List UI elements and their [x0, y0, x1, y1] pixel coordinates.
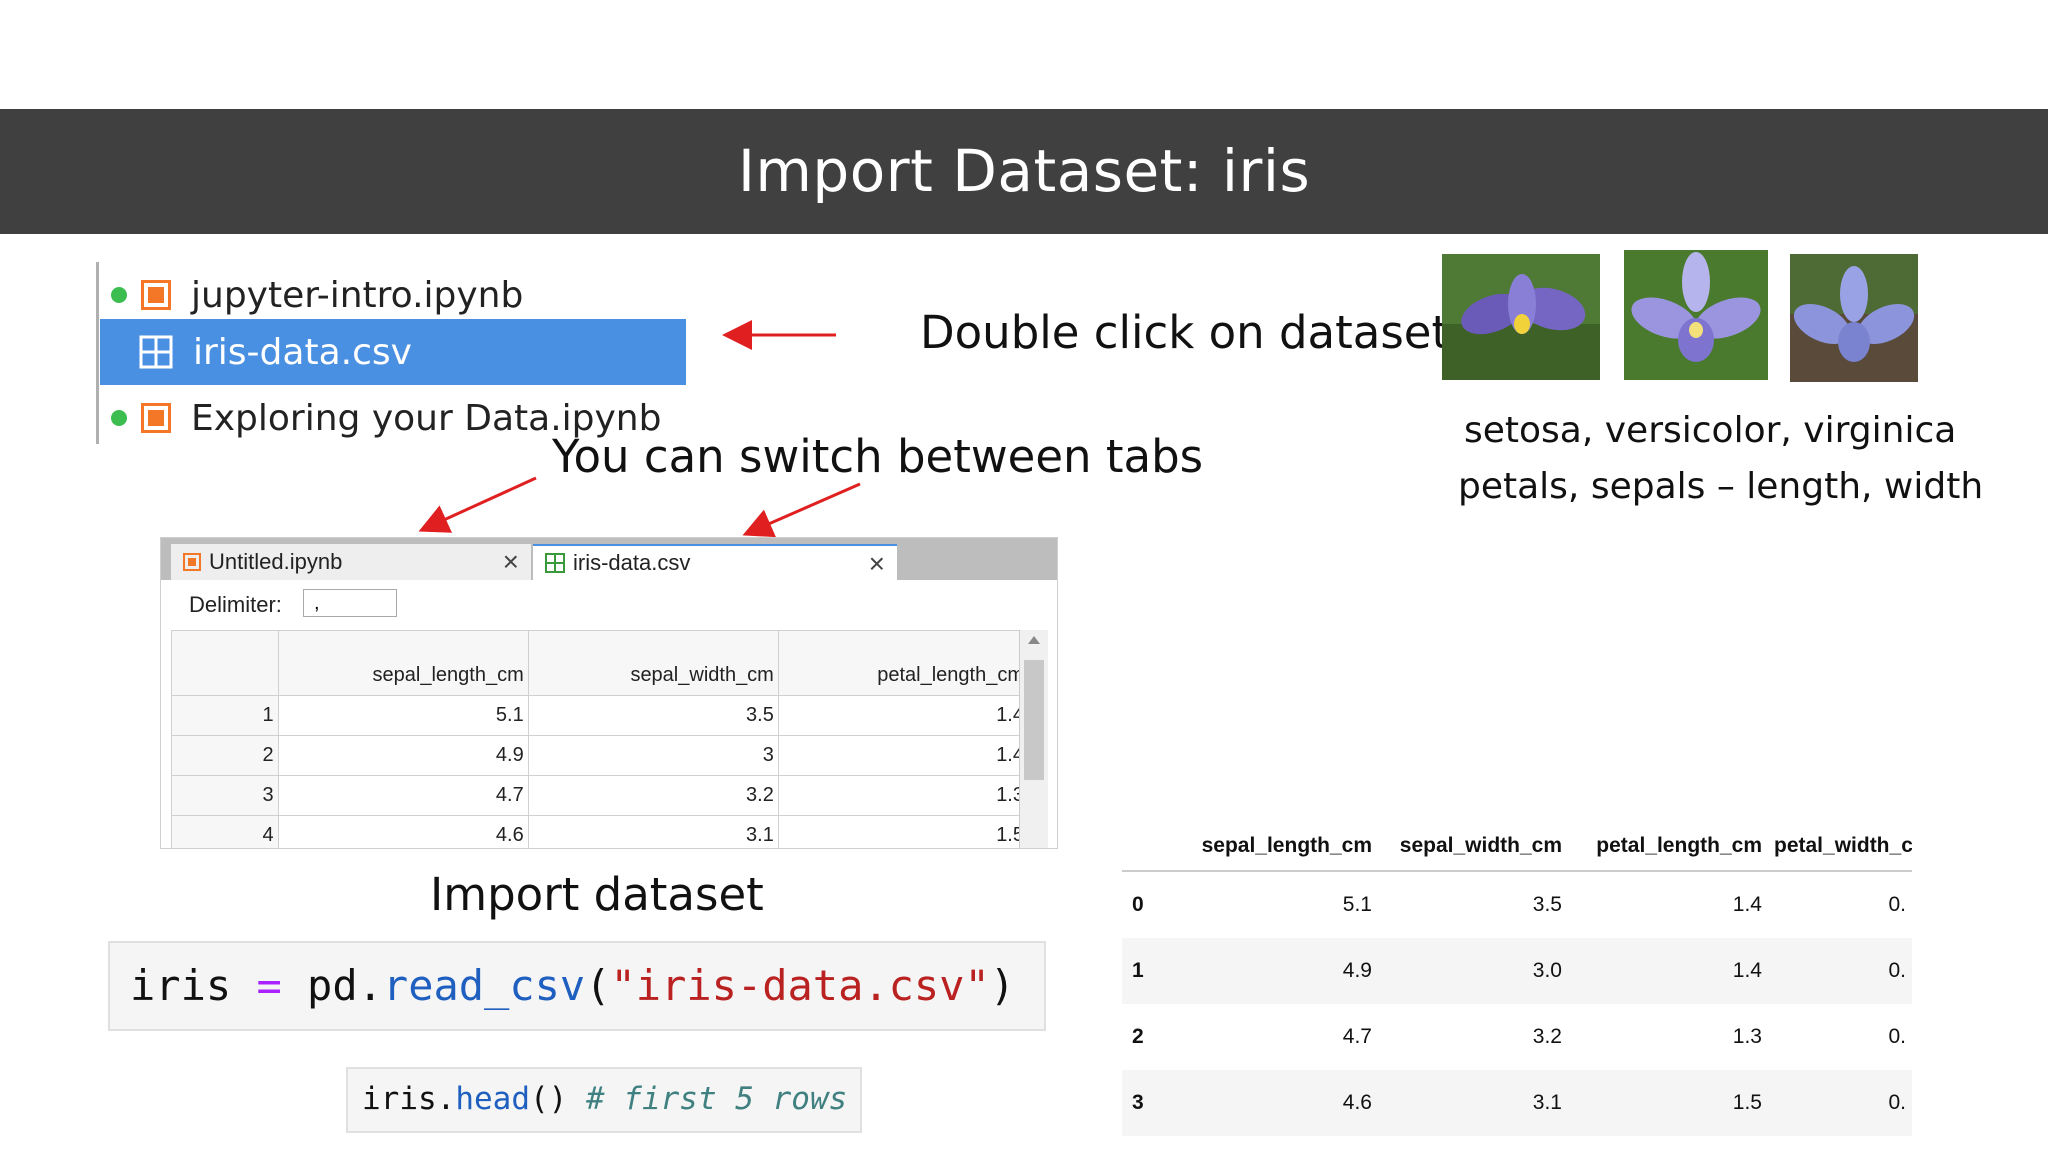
tab-strip: Untitled.ipynb × iris-data.csv ×	[161, 538, 1057, 580]
code-line: iris.head() # first 5 rows	[348, 1069, 860, 1117]
delimiter-label: Delimiter:	[189, 592, 282, 617]
delimiter-toolbar: Delimiter:	[161, 580, 1057, 628]
table-cell: 3.0	[1378, 938, 1568, 1004]
table-cell: 3.1	[1378, 1070, 1568, 1136]
column-header: sepal_length_cm	[1182, 822, 1378, 872]
row-number: 2	[171, 735, 279, 776]
iris-virginica-image	[1790, 254, 1918, 382]
row-index: 1	[1122, 938, 1182, 1004]
code-function: read_csv	[382, 961, 586, 1010]
csv-grid-corner	[171, 630, 279, 696]
row-number: 1	[171, 695, 279, 736]
notebook-icon	[183, 553, 201, 571]
scrollbar-thumb[interactable]	[1024, 660, 1044, 780]
code-function: head	[455, 1081, 530, 1117]
tab-label: iris-data.csv	[573, 550, 691, 575]
table-cell[interactable]: 1.4	[777, 735, 1030, 776]
table-cell: 3.5	[1532, 893, 1562, 916]
tab-untitled-ipynb[interactable]: Untitled.ipynb ×	[171, 544, 531, 580]
csv-grid-icon	[545, 553, 565, 573]
table-cell: 4.9	[1182, 938, 1378, 1004]
column-header[interactable]: petal_length_cm	[777, 630, 1030, 696]
dataframe-header-row: sepal_length_cm sepal_width_cm petal_len…	[1122, 822, 1912, 872]
arrow-to-untitled-tab-icon	[418, 476, 537, 533]
iris-setosa-image	[1442, 254, 1600, 380]
grid-scrollbar[interactable]	[1019, 630, 1048, 848]
index-header	[1122, 822, 1182, 872]
table-cell[interactable]: 1.3	[777, 775, 1030, 816]
code-comment: # first 5 rows	[585, 1081, 848, 1117]
table-cell[interactable]: 3.2	[527, 775, 779, 816]
close-icon[interactable]: ×	[869, 548, 885, 580]
switch-tabs-instruction: You can switch between tabs	[552, 430, 1204, 483]
row-index: 0	[1132, 893, 1144, 916]
table-cell: 5.1	[1342, 893, 1372, 916]
code-variable: iris.	[362, 1081, 456, 1117]
features-caption: petals, sepals – length, width	[1458, 466, 1984, 507]
delimiter-input[interactable]	[303, 589, 397, 617]
table-cell[interactable]: 1.4	[777, 695, 1030, 736]
table-cell[interactable]: 1.5	[777, 815, 1030, 848]
table-cell[interactable]: 3.1	[527, 815, 779, 848]
row-index: 2	[1132, 1025, 1144, 1048]
table-cell: 0.	[1768, 1070, 1912, 1136]
table-cell: 3.2	[1532, 1025, 1562, 1048]
species-caption: setosa, versicolor, virginica	[1464, 410, 1957, 451]
column-header: petal_width_cr	[1768, 822, 1912, 872]
code-module: pd.	[307, 961, 383, 1010]
table-cell: 1.4	[1568, 938, 1768, 1004]
table-cell: 4.7	[1342, 1025, 1372, 1048]
column-header: petal_length_cm	[1568, 822, 1768, 872]
table-row: 1 5.1 3.5 1.4	[171, 695, 1030, 736]
double-click-instruction: Double click on dataset	[920, 306, 1450, 359]
column-header[interactable]: sepal_length_cm	[277, 630, 529, 696]
table-row: 0 5.1 3.5 1.4 0.	[1122, 871, 1912, 938]
table-row: 1 4.9 3.0 1.4 0.	[1122, 938, 1912, 1004]
csv-grid-header-row: sepal_length_cm sepal_width_cm petal_len…	[171, 630, 1030, 696]
code-paren: (	[585, 961, 611, 1010]
table-cell: 0.	[1888, 893, 1906, 916]
iris-versicolor-image	[1624, 250, 1768, 380]
table-cell[interactable]: 3	[527, 735, 779, 776]
table-row: 2 4.7 3.2 1.3 0.	[1122, 1004, 1912, 1070]
tab-iris-data-csv[interactable]: iris-data.csv ×	[533, 544, 897, 580]
code-cell-read-csv[interactable]: iris = pd.read_csv("iris-data.csv")	[108, 941, 1046, 1031]
table-row: 3 4.6 3.1 1.5 0.	[1122, 1070, 1912, 1136]
scroll-up-icon[interactable]	[1028, 636, 1040, 644]
table-cell: 1.3	[1732, 1025, 1762, 1048]
column-header[interactable]: sepal_width_cm	[527, 630, 779, 696]
close-icon[interactable]: ×	[503, 546, 519, 578]
table-row: 3 4.7 3.2 1.3	[171, 775, 1030, 816]
table-cell: 0.	[1888, 1025, 1906, 1048]
code-operator: =	[256, 961, 282, 1010]
dataframe-output: sepal_length_cm sepal_width_cm petal_len…	[1122, 822, 1912, 1136]
table-cell[interactable]: 3.5	[527, 695, 779, 736]
table-cell[interactable]: 4.7	[277, 775, 529, 816]
code-paren: ()	[529, 1081, 568, 1117]
table-cell: 1.4	[1732, 893, 1762, 916]
table-cell[interactable]: 4.9	[277, 735, 529, 776]
row-number: 3	[171, 775, 279, 816]
column-header: sepal_width_cm	[1378, 822, 1568, 872]
code-paren: )	[989, 961, 1016, 1010]
table-cell: 1.5	[1568, 1070, 1768, 1136]
jupyter-tab-panel: Untitled.ipynb × iris-data.csv × Delimit…	[160, 537, 1058, 849]
table-row: 4 4.6 3.1 1.5	[171, 815, 1030, 848]
tab-label: Untitled.ipynb	[209, 549, 343, 574]
csv-grid: sepal_length_cm sepal_width_cm petal_len…	[171, 630, 1030, 848]
table-row: 2 4.9 3 1.4	[171, 735, 1030, 776]
code-line: iris = pd.read_csv("iris-data.csv")	[110, 943, 1044, 1010]
row-number: 4	[171, 815, 279, 848]
row-index: 3	[1122, 1070, 1182, 1136]
table-cell[interactable]: 4.6	[277, 815, 529, 848]
table-cell[interactable]: 5.1	[277, 695, 529, 736]
arrow-to-csv-tab-icon	[742, 482, 861, 538]
table-cell: 0.	[1768, 938, 1912, 1004]
code-cell-head[interactable]: iris.head() # first 5 rows	[346, 1067, 862, 1133]
import-dataset-label: Import dataset	[430, 868, 764, 921]
table-cell: 4.6	[1182, 1070, 1378, 1136]
code-variable: iris	[130, 961, 232, 1010]
code-string: "iris-data.csv"	[610, 961, 990, 1010]
